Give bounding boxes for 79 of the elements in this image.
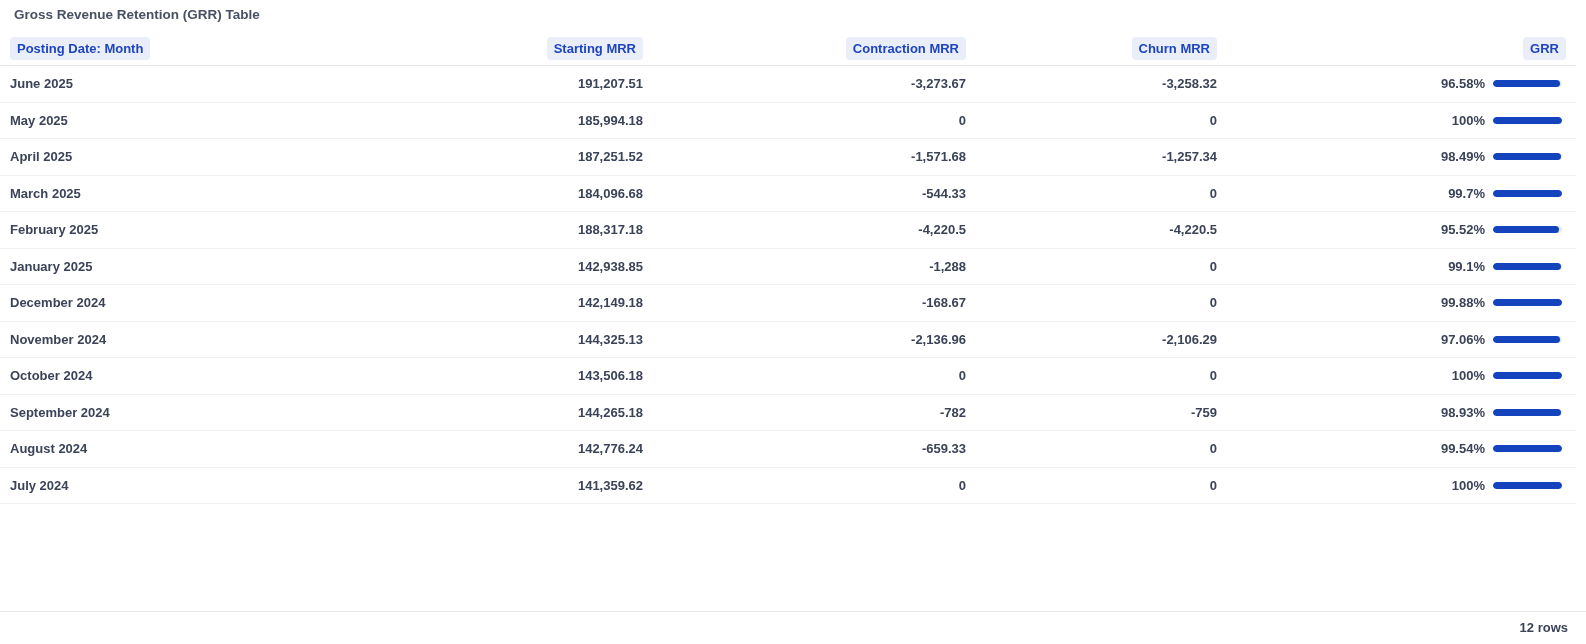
table-cell: 144,325.13 [577, 331, 643, 347]
table-cell: 0 [1209, 368, 1217, 384]
table-cell: 100% [1451, 477, 1485, 493]
table-cell: 0 [1209, 295, 1217, 311]
table-cell: September 2024 [10, 404, 110, 420]
table-cell: May 2025 [10, 112, 68, 128]
table-cell: 0 [958, 477, 966, 493]
progress-bar [1493, 226, 1562, 234]
table-cell: 0 [1209, 441, 1217, 457]
table-cell: 99.54% [1440, 441, 1485, 457]
table-title: Gross Revenue Retention (GRR) Table [13, 6, 261, 24]
table-cell: 0 [958, 368, 966, 384]
table-cell: April 2025 [10, 149, 73, 165]
progress-bar [1493, 153, 1562, 161]
table-cell: 99.88% [1440, 295, 1485, 311]
table-cell: -4,220.5 [918, 222, 966, 238]
column-header[interactable]: Contraction MRR [845, 36, 966, 60]
table-cell: -2,106.29 [1162, 331, 1217, 347]
progress-bar [1493, 80, 1562, 88]
progress-bar [1493, 299, 1562, 307]
table-cell: November 2024 [10, 331, 107, 347]
table-cell: 184,096.68 [577, 185, 643, 201]
table-cell: August 2024 [10, 441, 88, 457]
table-cell: 0 [1209, 477, 1217, 493]
progress-bar [1493, 372, 1562, 380]
table-cell: -4,220.5 [1169, 222, 1217, 238]
table-cell: -1,571.68 [911, 149, 966, 165]
table-cell: -544.33 [921, 185, 966, 201]
table-cell: 100% [1451, 368, 1485, 384]
table-cell: 100% [1451, 112, 1485, 128]
table-cell: 99.1% [1448, 258, 1485, 274]
table-cell: 144,265.18 [577, 404, 643, 420]
table-cell: -782 [939, 404, 966, 420]
table-cell: -1,288 [929, 258, 966, 274]
table-cell: October 2024 [10, 368, 93, 384]
table-cell: December 2024 [10, 295, 106, 311]
column-header[interactable]: Starting MRR [546, 36, 643, 60]
table-cell: 143,506.18 [577, 368, 643, 384]
table-cell: 0 [1209, 185, 1217, 201]
table-cell: 97.06% [1440, 331, 1485, 347]
table-cell: -1,257.34 [1162, 149, 1217, 165]
table-cell: 95.52% [1440, 222, 1485, 238]
progress-bar [1493, 116, 1562, 124]
progress-bar [1493, 189, 1562, 197]
table-cell: June 2025 [10, 76, 73, 92]
table-cell: January 2025 [10, 258, 93, 274]
table-cell: 142,149.18 [577, 295, 643, 311]
table-cell: -3,258.32 [1162, 76, 1217, 92]
table-cell: 142,938.85 [577, 258, 643, 274]
table-cell: July 2024 [10, 477, 69, 493]
table-cell: 0 [1209, 258, 1217, 274]
table-cell: February 2025 [10, 222, 99, 238]
table-cell: 99.7% [1448, 185, 1485, 201]
table-cell: March 2025 [10, 185, 81, 201]
progress-bar [1493, 445, 1562, 453]
table-cell: 141,359.62 [577, 477, 643, 493]
column-header[interactable]: GRR [1523, 36, 1566, 60]
table-cell: 0 [958, 112, 966, 128]
table-cell: 0 [1209, 112, 1217, 128]
column-header[interactable]: Posting Date: Month [10, 36, 151, 60]
table-cell: 188,317.18 [577, 222, 643, 238]
row-count: 12 rows [1519, 619, 1568, 635]
progress-bar [1493, 335, 1562, 343]
table-cell: -759 [1190, 404, 1217, 420]
table-cell: 142,776.24 [577, 441, 643, 457]
table-cell: -168.67 [921, 295, 966, 311]
progress-bar [1493, 408, 1562, 416]
table-cell: 98.49% [1440, 149, 1485, 165]
table-cell: 185,994.18 [577, 112, 643, 128]
table-cell: 187,251.52 [577, 149, 643, 165]
table-cell: 98.93% [1440, 404, 1485, 420]
table-cell: -3,273.67 [911, 76, 966, 92]
table-cell: 96.58% [1440, 76, 1485, 92]
table-cell: 191,207.51 [577, 76, 643, 92]
table-cell: -659.33 [921, 441, 966, 457]
progress-bar [1493, 262, 1562, 270]
progress-bar [1493, 481, 1562, 489]
table-cell: -2,136.96 [911, 331, 966, 347]
column-header[interactable]: Churn MRR [1131, 36, 1217, 60]
